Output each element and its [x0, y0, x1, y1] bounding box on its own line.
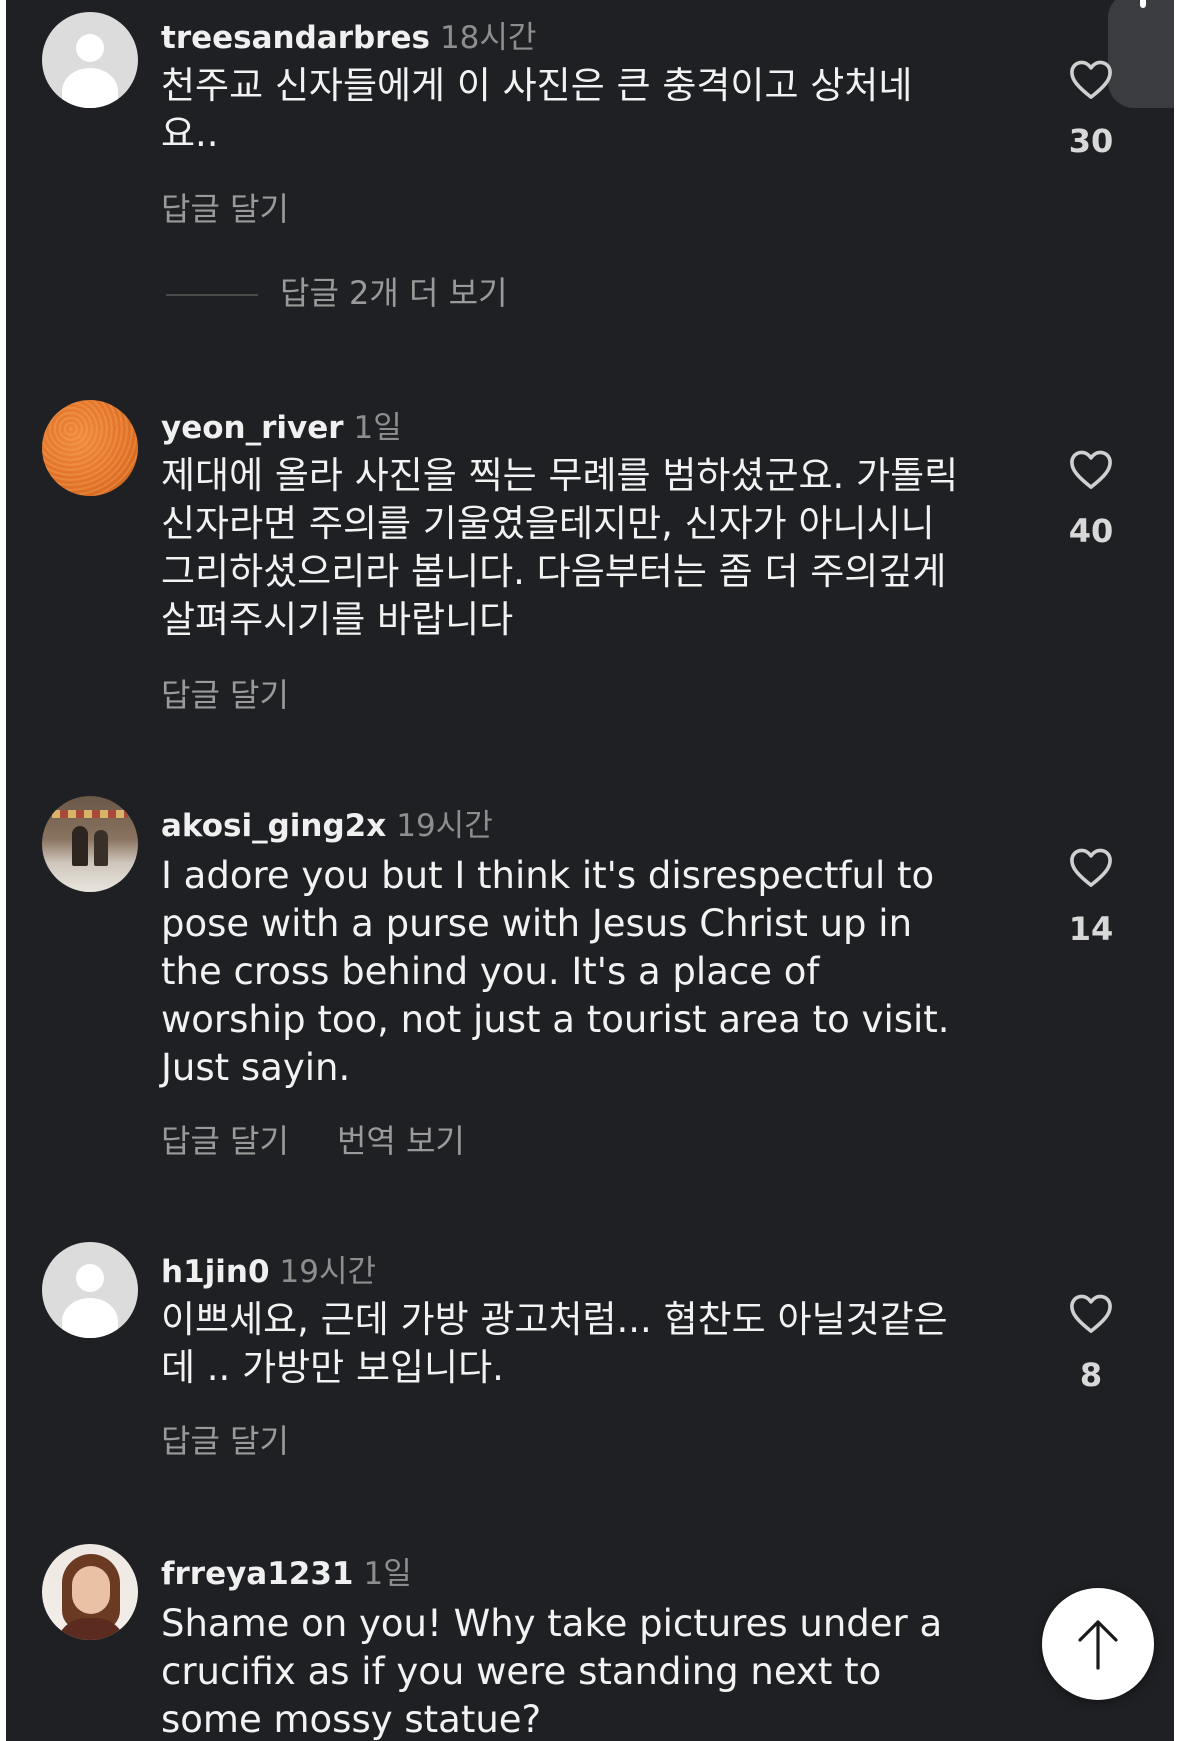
like-count: 30 [1068, 122, 1114, 160]
username-text[interactable]: yeon_river [161, 410, 344, 446]
avatar[interactable] [42, 400, 138, 496]
comment-time: 18시간 [439, 20, 537, 56]
like-button[interactable]: 14 [1046, 846, 1136, 948]
comment-actions: 답글 달기 [161, 1416, 289, 1462]
reply-button[interactable]: 답글 달기 [161, 190, 289, 228]
comment-actions: 답글 달기 번역 보기 [161, 1116, 465, 1162]
comment-username[interactable]: h1jin0 19시간 [161, 1246, 376, 1291]
avatar[interactable] [42, 1242, 138, 1338]
like-count: 14 [1068, 910, 1114, 948]
view-more-replies[interactable]: 답글 2개 더 보기 [166, 268, 508, 314]
comment-actions: 답글 달기 [161, 670, 289, 716]
avatar[interactable] [42, 1544, 138, 1640]
reply-button[interactable]: 답글 달기 [161, 1422, 289, 1460]
comments-screen: treesandarbres 18시간 천주교 신자들에게 이 사진은 큰 충격이… [6, 0, 1174, 1741]
view-replies-label[interactable]: 답글 2개 더 보기 [280, 274, 508, 312]
comment-text: 이쁘세요, 근데 가방 광고처럼... 협찬도 아닐것같은 데 .. 가방만 보… [161, 1298, 948, 1389]
heart-outline-icon[interactable] [1068, 448, 1114, 490]
comment-text: Shame on you! Why take pictures under a … [161, 1602, 943, 1741]
avatar[interactable] [42, 796, 138, 892]
comment-time: 1일 [353, 410, 402, 446]
like-button[interactable]: 8 [1046, 1292, 1136, 1394]
divider-line [166, 294, 258, 296]
translate-button[interactable]: 번역 보기 [337, 1122, 465, 1160]
comment-username[interactable]: akosi_ging2x 19시간 [161, 800, 493, 845]
reply-button[interactable]: 답글 달기 [161, 1122, 289, 1160]
heart-outline-icon[interactable] [1068, 58, 1114, 100]
like-button[interactable]: 30 [1046, 58, 1136, 160]
comment-text: I adore you but I think it's disrespectf… [161, 854, 950, 1089]
comment-time: 19시간 [396, 808, 493, 844]
scroll-to-top-button[interactable] [1042, 1588, 1154, 1700]
heart-outline-icon[interactable] [1068, 1292, 1114, 1334]
comment-username[interactable]: treesandarbres 18시간 [161, 12, 536, 57]
handle-indicator [1140, 0, 1146, 8]
like-button[interactable]: 40 [1046, 448, 1136, 550]
comment-username[interactable]: frreya1231 1일 [161, 1548, 412, 1593]
comment-actions: 답글 달기 [161, 184, 289, 230]
avatar[interactable] [42, 12, 138, 108]
username-text[interactable]: treesandarbres [161, 20, 430, 56]
reply-button[interactable]: 답글 달기 [161, 676, 289, 714]
like-count: 40 [1068, 512, 1114, 550]
comment-text: 제대에 올라 사진을 찍는 무례를 범하셨군요. 가톨릭 신자라면 주의를 기울… [161, 454, 959, 641]
username-text[interactable]: akosi_ging2x [161, 808, 386, 844]
comment-time: 1일 [363, 1556, 412, 1592]
like-count: 8 [1079, 1356, 1103, 1394]
comment-text: 천주교 신자들에게 이 사진은 큰 충격이고 상처네 요.. [161, 64, 913, 155]
comment-time: 19시간 [279, 1254, 377, 1290]
arrow-up-icon[interactable] [1076, 1618, 1120, 1670]
username-text[interactable]: frreya1231 [161, 1556, 354, 1592]
username-text[interactable]: h1jin0 [161, 1254, 270, 1290]
comment-username[interactable]: yeon_river 1일 [161, 402, 402, 447]
heart-outline-icon[interactable] [1068, 846, 1114, 888]
